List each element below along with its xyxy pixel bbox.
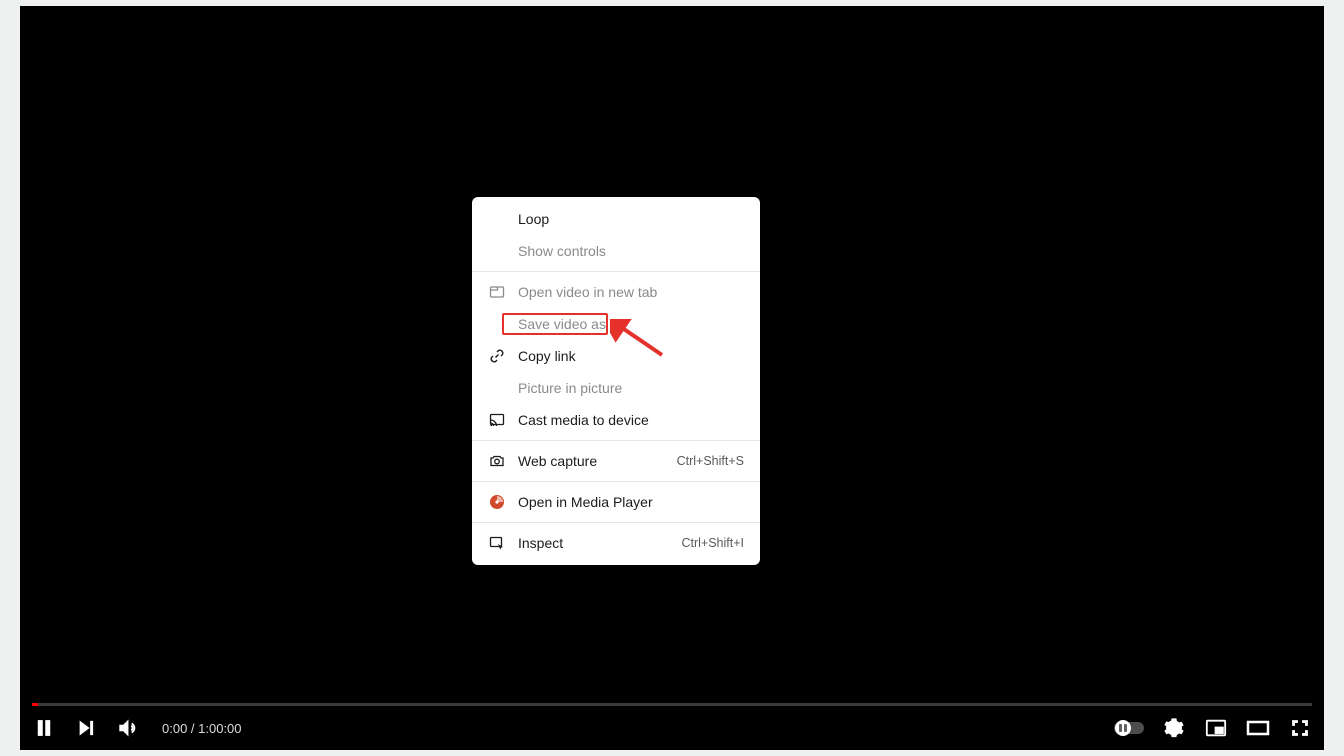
- next-button[interactable]: [74, 716, 98, 740]
- pause-icon: [34, 718, 54, 738]
- ctx-shortcut: Ctrl+Shift+I: [681, 536, 744, 550]
- ctx-label: Web capture: [518, 453, 667, 469]
- fullscreen-icon: [1290, 718, 1310, 738]
- pause-button[interactable]: [32, 716, 56, 740]
- time-display: 0:00 / 1:00:00: [162, 721, 242, 736]
- ctx-label: Picture in picture: [518, 380, 744, 396]
- miniplayer-button[interactable]: [1204, 716, 1228, 740]
- volume-button[interactable]: [116, 716, 140, 740]
- ctx-shortcut: Ctrl+Shift+S: [677, 454, 744, 468]
- tab-icon: [488, 283, 506, 301]
- controls-right: [1114, 716, 1312, 740]
- ctx-open-media-player[interactable]: Open in Media Player: [472, 486, 760, 518]
- ctx-show-controls: Show controls: [472, 235, 760, 267]
- fullscreen-button[interactable]: [1288, 716, 1312, 740]
- ctx-inspect[interactable]: Inspect Ctrl+Shift+I: [472, 527, 760, 559]
- gear-icon: [1164, 718, 1184, 738]
- ctx-divider: [472, 481, 760, 482]
- ctx-divider: [472, 271, 760, 272]
- ctx-loop[interactable]: Loop: [472, 203, 760, 235]
- ctx-copy-link[interactable]: Copy link: [472, 340, 760, 372]
- next-icon: [77, 719, 95, 737]
- link-icon: [488, 347, 506, 365]
- ctx-divider: [472, 522, 760, 523]
- autoplay-toggle[interactable]: [1114, 722, 1144, 734]
- ctx-label: Save video as: [518, 316, 744, 332]
- camera-icon: [488, 452, 506, 470]
- inspect-icon: [488, 534, 506, 552]
- theater-icon: [1246, 716, 1270, 740]
- ctx-label: Loop: [518, 211, 744, 227]
- ctx-label: Inspect: [518, 535, 671, 551]
- ctx-label: Show controls: [518, 243, 744, 259]
- ctx-divider: [472, 440, 760, 441]
- player-controls: 0:00 / 1:00:00: [20, 706, 1324, 750]
- cast-icon: [488, 411, 506, 429]
- ctx-save-video-as: Save video as: [472, 308, 760, 340]
- theater-button[interactable]: [1246, 716, 1270, 740]
- volume-icon: [117, 717, 139, 739]
- ctx-open-new-tab: Open video in new tab: [472, 276, 760, 308]
- ctx-label: Copy link: [518, 348, 744, 364]
- context-menu: Loop Show controls Open video in new tab…: [472, 197, 760, 565]
- media-player-icon: [488, 493, 506, 511]
- ctx-web-capture[interactable]: Web capture Ctrl+Shift+S: [472, 445, 760, 477]
- ctx-pip: Picture in picture: [472, 372, 760, 404]
- controls-left: 0:00 / 1:00:00: [32, 716, 242, 740]
- autoplay-pause-icon: [1119, 724, 1127, 732]
- ctx-label: Open video in new tab: [518, 284, 744, 300]
- ctx-label: Open in Media Player: [518, 494, 744, 510]
- settings-button[interactable]: [1162, 716, 1186, 740]
- ctx-cast[interactable]: Cast media to device: [472, 404, 760, 436]
- miniplayer-icon: [1205, 717, 1227, 739]
- ctx-label: Cast media to device: [518, 412, 744, 428]
